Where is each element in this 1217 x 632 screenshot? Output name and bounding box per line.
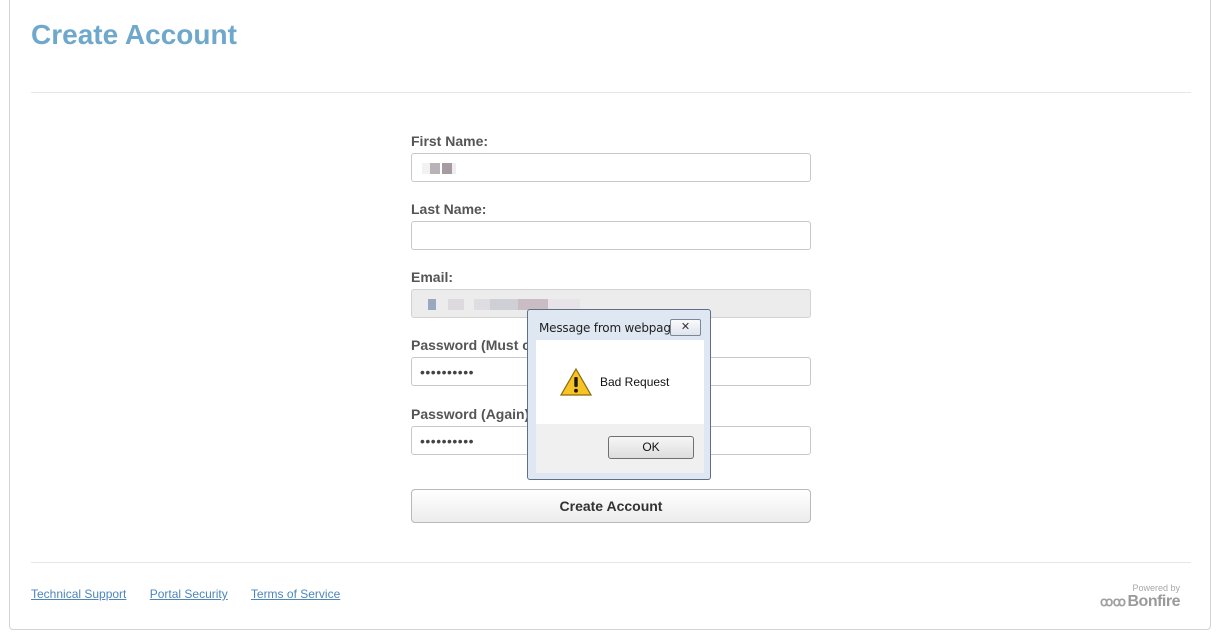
footer-divider	[31, 562, 1191, 563]
first-name-label: First Name:	[411, 133, 489, 149]
password-value: ••••••••••	[420, 364, 475, 380]
alert-dialog: Message from webpage ✕ Bad Request OK	[527, 309, 711, 480]
redacted-value	[420, 228, 460, 246]
dialog-title: Message from webpage	[539, 321, 678, 335]
technical-support-link[interactable]: Technical Support	[31, 587, 126, 601]
powered-by: Powered by ꝏꝏ Bonfire	[1100, 583, 1180, 611]
warning-icon	[560, 368, 592, 396]
dialog-body: Bad Request OK	[536, 340, 704, 473]
page-title: Create Account	[31, 19, 237, 50]
password-label: Password (Must c	[411, 337, 531, 353]
first-name-input[interactable]	[411, 153, 811, 182]
brand-logo: ꝏꝏ Bonfire	[1100, 593, 1180, 610]
brand-name: Bonfire	[1127, 593, 1181, 610]
dialog-message: Bad Request	[600, 375, 670, 389]
close-icon[interactable]: ✕	[670, 319, 701, 336]
terms-of-service-link[interactable]: Terms of Service	[251, 587, 340, 601]
password-again-label: Password (Again)	[411, 406, 530, 422]
redacted-value	[422, 163, 456, 174]
create-account-button[interactable]: Create Account	[411, 489, 811, 523]
portal-security-link[interactable]: Portal Security	[150, 587, 228, 601]
powered-by-label: Powered by	[1132, 583, 1180, 593]
password-again-value: ••••••••••	[420, 433, 475, 449]
last-name-input[interactable]	[411, 221, 811, 250]
ok-button[interactable]: OK	[608, 436, 694, 459]
footer-links: Technical Support Portal Security Terms …	[31, 587, 360, 601]
header-divider	[31, 92, 1191, 93]
last-name-label: Last Name:	[411, 201, 487, 217]
email-label: Email:	[411, 269, 454, 285]
bonfire-logo-icon: ꝏꝏ	[1100, 594, 1126, 609]
